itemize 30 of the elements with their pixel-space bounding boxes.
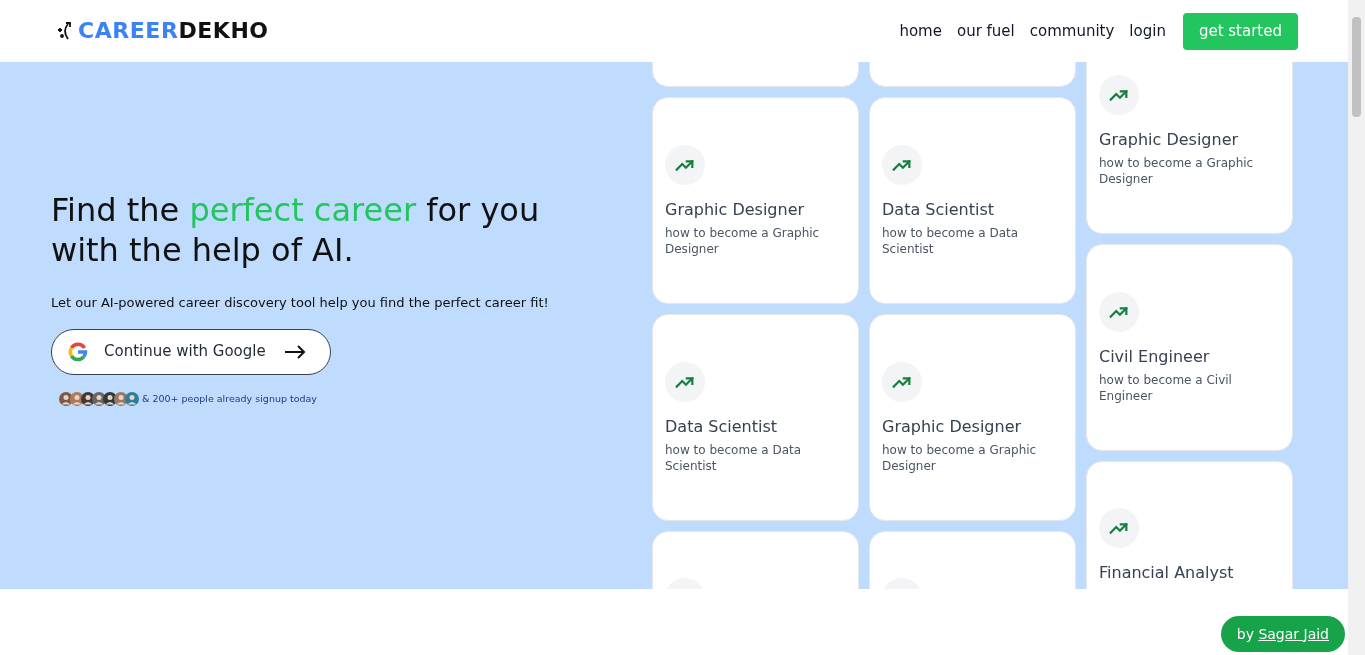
- logo-text[interactable]: CAREERDEKHO: [78, 20, 269, 42]
- nav-link[interactable]: our fuel: [956, 19, 1015, 43]
- subtitle: Let our AI-powered career discovery tool help you find the perfect career fit!: [51, 294, 550, 312]
- career-title: Financial Analyst: [1099, 563, 1235, 583]
- career-card[interactable]: Data Scientist how to become a Data Scientist: [869, 97, 1076, 304]
- nav-link[interactable]: community: [1029, 19, 1115, 43]
- career-card[interactable]: Graphic Designer how to become a Graphic Designer: [652, 97, 859, 304]
- career-title: Data Scientist: [882, 199, 995, 220]
- career-description: how to become a Data Scientist: [882, 224, 1020, 257]
- career-card[interactable]: Data Scientist how to become a Data Scientist: [652, 314, 859, 521]
- headline: Find the perfect career for you with the help of AI.: [51, 190, 541, 270]
- nav-link[interactable]: home: [899, 19, 942, 43]
- career-title: Graphic Designer: [1099, 129, 1240, 150]
- career-card[interactable]: Financial Analyst: [1086, 461, 1293, 589]
- google-sign-in-button[interactable]: Continue with Google: [51, 328, 331, 375]
- career-card[interactable]: Graphic Designer how to become a Graphic Designer: [869, 314, 1076, 521]
- social-proof-text: & 200+ people already signup today: [142, 391, 317, 406]
- career-description: how to become a Graphic Designer: [1099, 154, 1255, 187]
- career-title: Graphic Designer: [665, 199, 806, 220]
- career-title: Data Scientist: [665, 416, 778, 437]
- career-description: how to become a Graphic Designer: [882, 441, 1038, 474]
- career-title: Graphic Designer: [882, 416, 1023, 437]
- credit-text: by: [1236, 624, 1255, 644]
- career-description: how to become a Graphic Designer: [665, 224, 821, 257]
- nav-link[interactable]: login: [1129, 19, 1166, 43]
- career-card[interactable]: Civil Engineer how to become a Civil Engineer: [1086, 244, 1293, 451]
- career-card[interactable]: Graphic Designer how to become a Graphic Designer: [1086, 62, 1293, 234]
- career-description: how to become a Civil Engineer: [1099, 371, 1233, 404]
- career-title: Civil Engineer: [1099, 346, 1211, 367]
- career-description: how to become a Data Scientist: [665, 441, 803, 474]
